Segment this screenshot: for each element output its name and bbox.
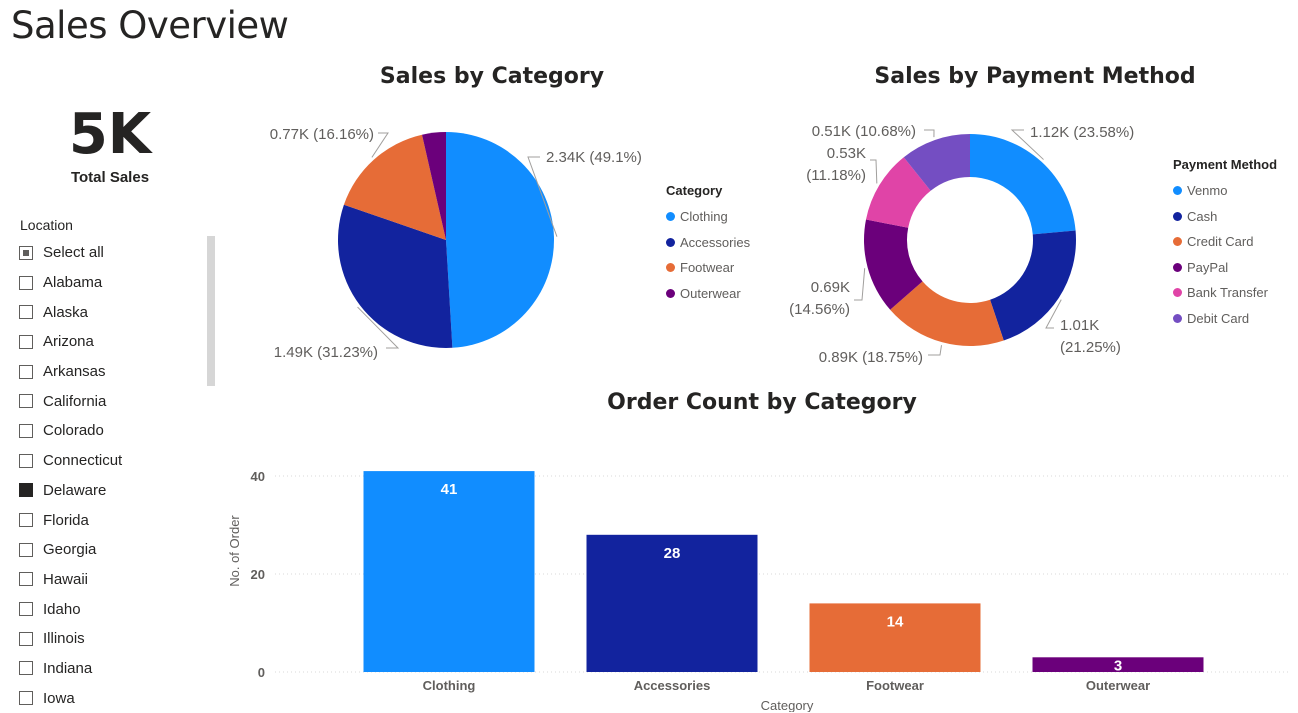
legend-label: Bank Transfer [1187, 285, 1268, 301]
legend-item[interactable]: Venmo [1173, 178, 1277, 204]
legend-label: Venmo [1187, 183, 1228, 199]
leader-line [928, 345, 942, 356]
x-tick-label: Outerwear [1086, 678, 1150, 693]
legend-item[interactable]: Footwear [666, 255, 750, 281]
legend-title: Payment Method [1173, 157, 1278, 172]
legend-label: Credit Card [1187, 234, 1254, 250]
legend-marker [666, 263, 675, 273]
bar[interactable] [363, 471, 535, 672]
data-label: 1.01K [1060, 317, 1099, 334]
x-tick-label: Accessories [634, 678, 711, 693]
bar-value-label: 3 [1114, 657, 1122, 674]
payment-method-legend: Payment Method Venmo Cash Credit Card PayPal… [1173, 157, 1277, 331]
legend-marker [666, 237, 675, 247]
data-label: (21.25%) [1060, 339, 1121, 356]
legend-marker [1173, 262, 1182, 272]
y-tick-label: 20 [251, 567, 265, 582]
leader-line [870, 159, 878, 184]
bar-value-label: 41 [441, 481, 458, 498]
y-tick-label: 40 [251, 469, 265, 484]
data-label: 0.89K (18.75%) [819, 349, 923, 366]
leader-line [854, 268, 866, 301]
data-label: (11.18%) [806, 167, 866, 184]
legend-marker [1173, 237, 1182, 247]
legend-item[interactable]: PayPal [1173, 255, 1277, 281]
data-label: 0.77K (16.16%) [270, 126, 374, 143]
data-label: 1.49K (31.23%) [274, 344, 378, 361]
legend-item[interactable]: Cash [1173, 204, 1277, 230]
legend-label: Footwear [680, 260, 735, 276]
y-tick-label: 0 [258, 665, 265, 680]
slice[interactable] [446, 132, 555, 348]
y-axis-label: No. of Order [227, 515, 242, 587]
category-legend: Category Clothing Accessories Footwear Outer… [666, 183, 750, 306]
legend-label: PayPal [1187, 259, 1229, 275]
legend-marker [1173, 186, 1182, 196]
legend-title: Category [666, 183, 723, 198]
data-label: 0.51K (10.68%) [812, 123, 916, 140]
bar-value-label: 28 [664, 545, 681, 562]
legend-label: Debit Card [1187, 310, 1250, 326]
legend-marker [1173, 211, 1182, 221]
legend-item[interactable]: Outerwear [666, 281, 750, 307]
legend-item[interactable]: Credit Card [1173, 229, 1277, 255]
legend-item[interactable]: Clothing [666, 204, 750, 230]
x-tick-label: Clothing [423, 678, 476, 693]
data-label: 1.12K (23.58%) [1030, 124, 1134, 141]
legend-marker [666, 212, 675, 222]
data-label: 2.34K (49.1%) [546, 149, 642, 166]
x-tick-label: Footwear [866, 678, 924, 693]
legend-marker [1173, 313, 1182, 323]
legend-label: Accessories [680, 234, 751, 250]
legend-marker [666, 288, 675, 298]
data-label: 0.53K [827, 145, 866, 162]
bar-value-label: 14 [887, 613, 904, 630]
charts-canvas: 2.34K (49.1%) 1.49K (31.23%) 0.77K (16.16%… [227, 123, 1290, 712]
legend-label: Cash [1187, 208, 1218, 224]
legend-label: Clothing [680, 209, 728, 225]
legend-label: Outerwear [680, 285, 741, 301]
slice[interactable] [970, 134, 1076, 235]
legend-item[interactable]: Debit Card [1173, 306, 1277, 332]
legend-item[interactable]: Accessories [666, 230, 750, 256]
legend-item[interactable]: Bank Transfer [1173, 280, 1277, 306]
data-label: (14.56%) [789, 301, 850, 318]
leader-line [924, 129, 935, 138]
data-label: 0.69K [811, 279, 850, 296]
x-axis-label: Category [761, 698, 814, 712]
legend-marker [1173, 288, 1182, 298]
